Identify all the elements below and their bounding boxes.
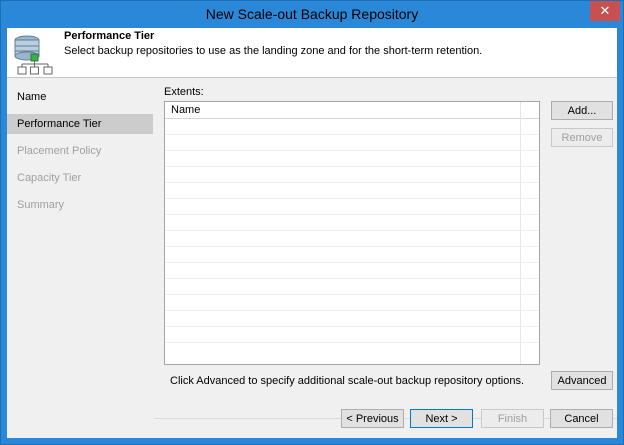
step-summary: Summary bbox=[17, 199, 65, 211]
row-divider bbox=[165, 310, 539, 311]
row-divider bbox=[165, 166, 539, 167]
row-divider bbox=[165, 294, 539, 295]
step-name[interactable]: Name bbox=[7, 87, 153, 107]
page-subtitle: Select backup repositories to use as the… bbox=[64, 45, 483, 57]
wizard-client: Performance Tier Select backup repositor… bbox=[7, 28, 617, 438]
row-divider bbox=[165, 230, 539, 231]
remove-button[interactable]: Remove bbox=[551, 128, 613, 147]
column-header-name[interactable]: Name bbox=[171, 104, 200, 116]
row-divider bbox=[165, 246, 539, 247]
row-divider bbox=[165, 214, 539, 215]
wizard-window: New Scale-out Backup Repository ✕ Perfor… bbox=[0, 0, 624, 445]
wizard-content: Extents: Name Add... Remove Click Advanc… bbox=[154, 78, 617, 438]
advanced-button[interactable]: Advanced bbox=[551, 371, 613, 390]
extents-list[interactable]: Name bbox=[164, 101, 540, 365]
previous-button[interactable]: < Previous bbox=[341, 409, 404, 428]
row-divider bbox=[165, 262, 539, 263]
add-button[interactable]: Add... bbox=[551, 101, 613, 120]
step-performance-tier[interactable]: Performance Tier bbox=[7, 114, 153, 134]
cancel-button[interactable]: Cancel bbox=[550, 409, 613, 428]
extents-label: Extents: bbox=[164, 86, 204, 98]
step-placement-policy: Placement Policy bbox=[17, 145, 102, 157]
wizard-steps: Name Performance Tier Placement Policy C… bbox=[7, 78, 154, 438]
row-divider bbox=[165, 326, 539, 327]
row-divider bbox=[165, 342, 539, 343]
window-title: New Scale-out Backup Repository bbox=[205, 6, 419, 22]
close-button[interactable]: ✕ bbox=[590, 1, 620, 21]
row-divider bbox=[165, 150, 539, 151]
step-capacity-tier: Capacity Tier bbox=[17, 172, 82, 184]
advanced-hint: Click Advanced to specify additional sca… bbox=[170, 375, 525, 387]
next-button[interactable]: Next > bbox=[410, 409, 473, 428]
repository-icon bbox=[14, 35, 53, 75]
row-divider bbox=[165, 278, 539, 279]
row-divider bbox=[165, 182, 539, 183]
finish-button[interactable]: Finish bbox=[481, 409, 544, 428]
extents-list-header: Name bbox=[165, 102, 539, 119]
title-bar[interactable]: New Scale-out Backup Repository ✕ bbox=[1, 1, 623, 28]
column-divider bbox=[520, 102, 521, 364]
row-divider bbox=[165, 134, 539, 135]
wizard-header: Performance Tier Select backup repositor… bbox=[7, 28, 617, 78]
row-divider bbox=[165, 198, 539, 199]
page-title: Performance Tier bbox=[64, 30, 155, 42]
